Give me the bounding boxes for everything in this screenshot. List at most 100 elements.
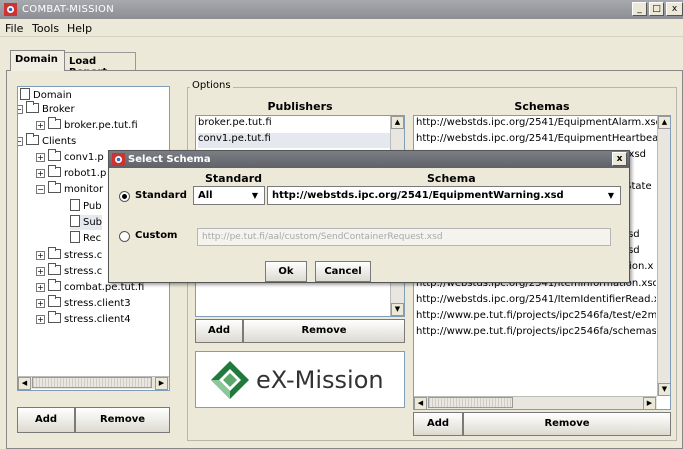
custom-radio[interactable] — [119, 231, 130, 242]
tree-horizontal-scrollbar[interactable]: ◀ ▶ — [18, 376, 169, 390]
scroll-right-arrow-icon[interactable]: ▶ — [155, 377, 168, 390]
folder-icon — [48, 149, 61, 161]
folder-icon — [48, 165, 61, 177]
list-item[interactable]: http://webstds.ipc.org/2541/EquipmentHea… — [416, 133, 670, 148]
tree-node-robot1[interactable]: + robot1.p — [36, 165, 106, 182]
collapse-icon[interactable]: − — [36, 185, 45, 194]
tree-node-monitor[interactable]: − monitor — [36, 181, 103, 198]
folder-icon — [48, 295, 61, 307]
folder-icon — [48, 311, 61, 323]
tree-node-rec[interactable]: Rec — [70, 231, 101, 246]
scroll-up-arrow-icon[interactable]: ▲ — [658, 116, 670, 129]
tree-node-broker[interactable]: −Broker — [18, 101, 75, 118]
standard-radio-label: Standard — [135, 190, 187, 201]
app-icon — [4, 3, 17, 16]
tree-node-sub[interactable]: Sub — [70, 215, 103, 230]
maximize-button[interactable]: □ — [649, 2, 664, 16]
expand-icon[interactable]: + — [36, 267, 45, 276]
standard-dropdown[interactable]: All ▼ — [193, 186, 265, 205]
tree-node-clients[interactable]: −Clients — [18, 133, 76, 150]
expand-icon[interactable]: + — [36, 121, 45, 130]
expand-icon[interactable]: + — [36, 315, 45, 324]
tree-node-combat[interactable]: + combat.pe.tut.fi — [36, 279, 144, 296]
standard-header: Standard — [205, 172, 263, 185]
schema-dropdown[interactable]: http://webstds.ipc.org/2541/EquipmentWar… — [267, 186, 621, 205]
tree-node-pub[interactable]: Pub — [70, 199, 102, 214]
list-item[interactable]: http://webstds.ipc.org/2541/ItemIdentifi… — [416, 294, 656, 309]
scroll-left-arrow-icon[interactable]: ◀ — [414, 397, 427, 409]
list-item[interactable]: http://webstds.ipc.org/2541/EquipmentAla… — [416, 117, 662, 132]
expand-icon[interactable]: + — [36, 251, 45, 260]
tab-load-report[interactable]: Load Report — [64, 52, 136, 78]
standard-dropdown-value: All — [198, 190, 213, 201]
collapse-icon[interactable]: − — [18, 137, 23, 146]
dialog-title: Select Schema — [128, 154, 211, 165]
chevron-down-icon[interactable]: ▼ — [604, 189, 618, 202]
tree-node-stress-client4[interactable]: + stress.client4 — [36, 311, 131, 328]
expand-icon[interactable]: + — [36, 153, 45, 162]
tree-node-conv1[interactable]: + conv1.p — [36, 149, 104, 166]
publisher-add-button[interactable]: Add — [195, 319, 243, 343]
tree-remove-button[interactable]: Remove — [75, 407, 170, 433]
options-label: Options — [190, 80, 233, 91]
menu-tools[interactable]: Tools — [32, 22, 59, 35]
folder-icon — [48, 279, 61, 291]
scroll-up-arrow-icon[interactable]: ▲ — [391, 116, 404, 129]
tree-node-stress-client3[interactable]: + stress.client3 — [36, 295, 131, 312]
close-window-button[interactable]: x — [666, 2, 683, 16]
schemas-header: Schemas — [514, 100, 570, 113]
custom-schema-input[interactable]: http://pe.tut.fi/aal/custom/SendContaine… — [197, 228, 611, 246]
window-title-bar[interactable]: COMBAT-MISSION _ □ x — [0, 0, 683, 19]
document-icon — [70, 199, 80, 211]
folder-icon — [26, 133, 39, 145]
list-item[interactable]: http://www.pe.tut.fi/projects/ipc2546fa/… — [416, 310, 656, 325]
scroll-right-arrow-icon[interactable]: ▶ — [643, 397, 656, 409]
schema-dropdown-value: http://webstds.ipc.org/2541/EquipmentWar… — [272, 190, 564, 201]
schema-add-button[interactable]: Add — [413, 412, 463, 436]
folder-icon — [48, 181, 61, 193]
logo-text: eX-Mission — [256, 366, 384, 394]
list-item[interactable]: conv1.pe.tut.fi — [198, 133, 390, 148]
scroll-down-arrow-icon[interactable]: ▼ — [658, 383, 670, 396]
scroll-down-arrow-icon[interactable]: ▼ — [391, 303, 404, 316]
schema-remove-button[interactable]: Remove — [463, 412, 671, 436]
menu-bar: File Tools Help — [0, 19, 683, 37]
ok-button[interactable]: Ok — [265, 261, 307, 282]
custom-radio-label: Custom — [135, 230, 178, 241]
tree-node-broker-host[interactable]: + broker.pe.tut.fi — [36, 117, 138, 134]
collapse-icon[interactable]: − — [18, 105, 23, 114]
list-item[interactable]: broker.pe.tut.fi — [198, 117, 272, 132]
schema-header: Schema — [427, 172, 476, 185]
minimize-button[interactable]: _ — [632, 2, 647, 16]
tree-add-button[interactable]: Add — [17, 407, 75, 433]
menu-file[interactable]: File — [5, 22, 23, 35]
cancel-button[interactable]: Cancel — [315, 261, 371, 282]
expand-icon[interactable]: + — [36, 299, 45, 308]
tree-node-stress-2[interactable]: + stress.c — [36, 263, 102, 280]
schemas-vertical-scrollbar[interactable]: ▲ ▼ — [657, 116, 670, 396]
chevron-down-icon[interactable]: ▼ — [248, 189, 262, 202]
publisher-remove-button[interactable]: Remove — [243, 319, 405, 343]
window-title: COMBAT-MISSION — [22, 4, 114, 15]
standard-radio[interactable] — [119, 191, 130, 202]
select-schema-dialog[interactable]: Select Schema x Standard Schema Standard… — [108, 150, 630, 283]
ex-mission-logo-icon — [211, 361, 249, 399]
expand-icon[interactable]: + — [36, 283, 45, 292]
document-icon — [70, 215, 80, 227]
tab-domain[interactable]: Domain — [10, 50, 65, 71]
scroll-thumb[interactable] — [32, 377, 152, 388]
folder-icon — [48, 117, 61, 129]
list-item[interactable]: http://www.pe.tut.fi/projects/ipc2546fa/… — [416, 326, 656, 341]
scroll-thumb[interactable] — [428, 397, 513, 408]
document-icon — [70, 231, 80, 243]
schemas-horizontal-scrollbar[interactable]: ◀ ▶ — [414, 396, 657, 409]
tree-node-stress-1[interactable]: + stress.c — [36, 247, 102, 264]
folder-icon — [48, 247, 61, 259]
dialog-title-bar[interactable]: Select Schema x — [109, 151, 629, 168]
expand-icon[interactable]: + — [36, 169, 45, 178]
logo-panel: eX-Mission — [195, 351, 405, 408]
dialog-close-button[interactable]: x — [612, 152, 627, 166]
menu-help[interactable]: Help — [67, 22, 92, 35]
document-icon — [20, 88, 30, 100]
scroll-left-arrow-icon[interactable]: ◀ — [18, 377, 31, 390]
